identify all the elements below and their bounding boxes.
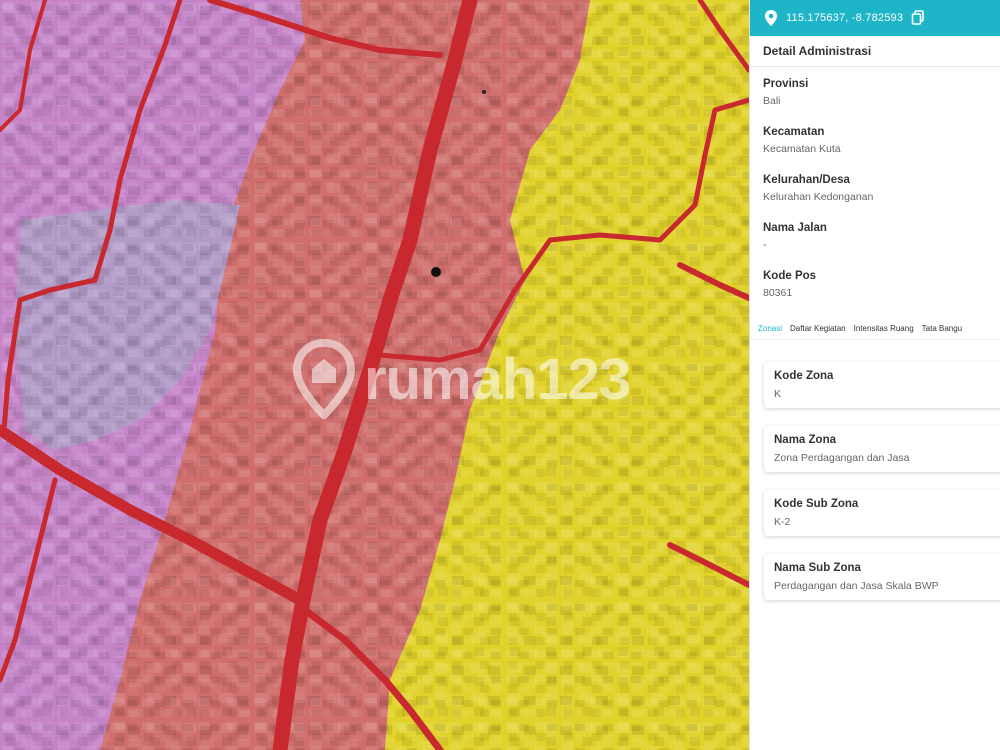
field-value: Kecamatan Kuta	[763, 143, 841, 155]
section-divider	[750, 66, 1000, 67]
tab-intensitas-ruang[interactable]: Intensitas Ruang	[854, 324, 914, 333]
card-label: Nama Sub Zona	[774, 562, 861, 574]
zone-card-kode-zona: Kode Zona K	[764, 362, 1000, 408]
zone-card-kode-sub-zona: Kode Sub Zona K-2	[764, 490, 1000, 536]
field-value: Bali	[763, 95, 781, 107]
field-label: Provinsi	[763, 78, 809, 90]
map-canvas[interactable]	[0, 0, 749, 750]
admin-section-title: Detail Administrasi	[763, 44, 872, 58]
admin-field-village: Kelurahan/Desa Kelurahan Kedonganan	[763, 174, 1000, 203]
field-value: 80361	[763, 287, 793, 299]
card-value: Zona Perdagangan dan Jasa	[774, 452, 910, 464]
field-label: Kode Pos	[763, 270, 817, 282]
admin-field-postal-code: Kode Pos 80361	[763, 270, 1000, 299]
location-marker[interactable]	[431, 267, 441, 277]
card-label: Kode Sub Zona	[774, 498, 859, 510]
card-value: K	[774, 388, 782, 400]
detail-panel: 115.175637, -8.782593 Detail Administras…	[749, 0, 1000, 750]
field-label: Kecamatan	[763, 126, 825, 138]
admin-field-street: Nama Jalan -	[763, 222, 1000, 251]
tab-tata-bangunan[interactable]: Tata Bangu	[922, 324, 962, 333]
zone-card-nama-sub-zona: Nama Sub Zona Perdagangan dan Jasa Skala…	[764, 554, 1000, 600]
admin-field-district: Kecamatan Kecamatan Kuta	[763, 126, 1000, 155]
zoning-map[interactable]: rumah123	[0, 0, 749, 750]
card-label: Nama Zona	[774, 434, 836, 446]
copy-icon[interactable]	[911, 10, 925, 26]
field-label: Kelurahan/Desa	[763, 174, 850, 186]
coordinate-bar: 115.175637, -8.782593	[750, 0, 1000, 36]
coordinate-text: 115.175637, -8.782593	[786, 12, 904, 24]
tab-daftar-kegiatan[interactable]: Daftar Kegiatan	[790, 324, 846, 333]
card-label: Kode Zona	[774, 370, 834, 382]
field-label: Nama Jalan	[763, 222, 827, 234]
location-pin-icon	[765, 10, 777, 26]
field-value: Kelurahan Kedonganan	[763, 191, 874, 203]
zoning-tabs: Zonasi Daftar Kegiatan Intensitas Ruang …	[750, 318, 1000, 340]
card-value: Perdagangan dan Jasa Skala BWP	[774, 580, 939, 592]
field-value: -	[763, 239, 767, 251]
minor-marker	[482, 90, 486, 94]
admin-field-province: Provinsi Bali	[763, 78, 1000, 107]
zone-card-nama-zona: Nama Zona Zona Perdagangan dan Jasa	[764, 426, 1000, 472]
card-value: K-2	[774, 516, 791, 528]
tab-zonasi[interactable]: Zonasi	[758, 324, 782, 333]
